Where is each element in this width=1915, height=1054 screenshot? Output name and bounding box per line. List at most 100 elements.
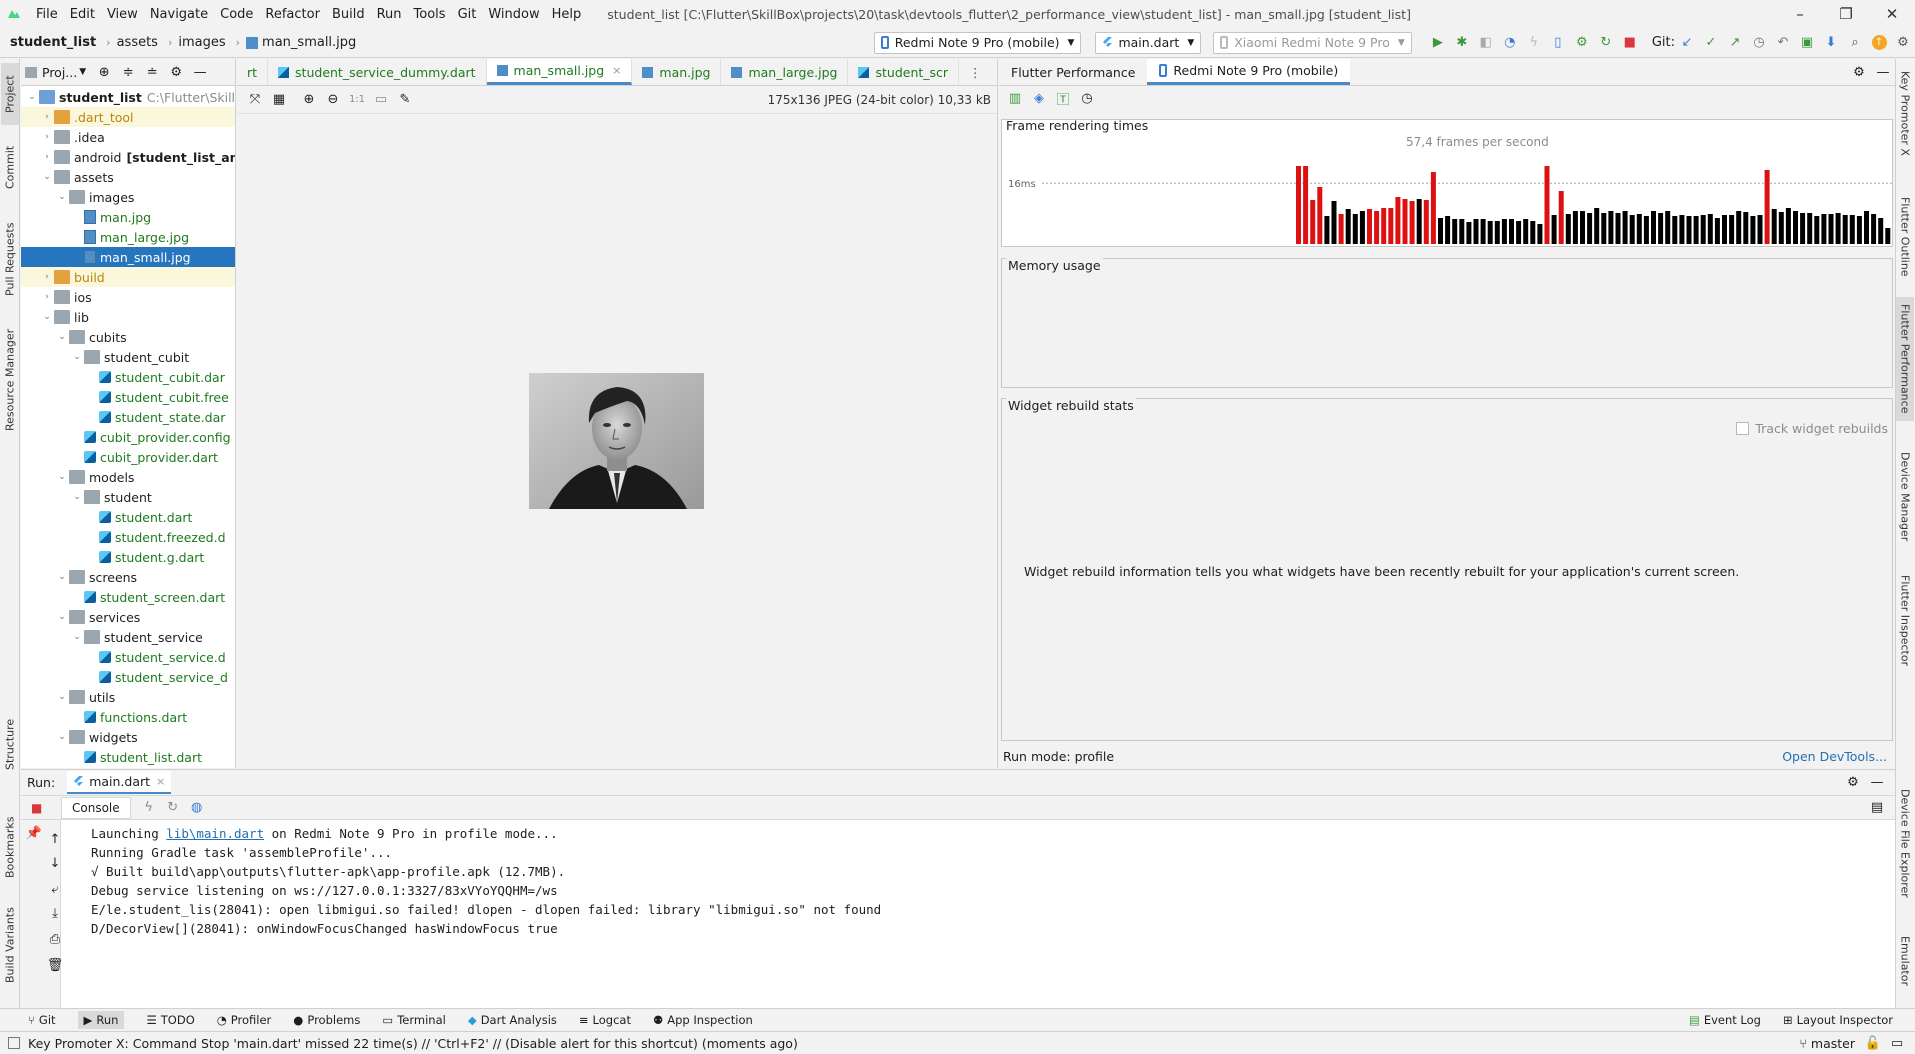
menu-refactor[interactable]: Refactor: [259, 7, 326, 22]
menu-run[interactable]: Run: [371, 7, 408, 22]
chevron-right-icon[interactable]: ›: [40, 132, 54, 142]
chevron-down-icon[interactable]: ⌄: [55, 612, 69, 622]
git-branch[interactable]: master: [1811, 1036, 1855, 1051]
tree-item[interactable]: ⌄ student_cubit: [21, 347, 235, 367]
settings-icon[interactable]: ⚙: [1891, 32, 1915, 54]
tree-item[interactable]: student.g.dart: [21, 547, 235, 567]
chevron-down-icon[interactable]: ⌄: [55, 732, 69, 742]
menu-file[interactable]: File: [30, 7, 64, 22]
tree-item[interactable]: ⌄ models: [21, 467, 235, 487]
toolwindow-key-promoter[interactable]: Key Promoter X: [1896, 63, 1914, 163]
restart-icon[interactable]: ↻: [1594, 32, 1618, 54]
project-view-selector[interactable]: Proj...: [42, 65, 77, 80]
open-devtools-link[interactable]: Open DevTools...: [1782, 749, 1887, 764]
device-selector[interactable]: Redmi Note 9 Pro (mobile) ▼: [873, 31, 1082, 54]
toolwindow-event-log[interactable]: ▤ Event Log: [1689, 1013, 1761, 1027]
tree-item[interactable]: functions.dart: [21, 707, 235, 727]
chevron-down-icon[interactable]: ⌄: [55, 192, 69, 202]
tree-item[interactable]: ⌄ widgets: [21, 727, 235, 747]
chevron-down-icon[interactable]: ⌄: [55, 572, 69, 582]
device-manager-icon[interactable]: ▣: [1795, 32, 1819, 54]
toolwindow-problems[interactable]: ● Problems: [293, 1013, 360, 1027]
editor-tab[interactable]: man_large.jpg: [721, 59, 849, 85]
chevron-right-icon[interactable]: ›: [40, 272, 54, 282]
tree-item[interactable]: student.freezed.d: [21, 527, 235, 547]
tree-item[interactable]: ⌄ student_listC:\Flutter\SkillBo: [21, 87, 235, 107]
chevron-down-icon[interactable]: ⌄: [55, 692, 69, 702]
scroll-to-end-icon[interactable]: ⤓: [43, 902, 67, 924]
tab-device[interactable]: Redmi Note 9 Pro (mobile): [1147, 59, 1351, 85]
chevron-down-icon[interactable]: ⌄: [55, 332, 69, 342]
tree-item[interactable]: student_state.dar: [21, 407, 235, 427]
grid-icon[interactable]: ▦: [267, 89, 291, 111]
zoom-in-icon[interactable]: ⊕: [297, 89, 321, 111]
toolwindow-commit[interactable]: Commit: [1, 137, 19, 197]
git-update-icon[interactable]: ↙: [1675, 32, 1699, 54]
chevron-down-icon[interactable]: ⌄: [70, 352, 84, 362]
coverage-icon[interactable]: ◧: [1474, 32, 1498, 54]
menu-build[interactable]: Build: [326, 7, 371, 22]
tree-item[interactable]: › .idea: [21, 127, 235, 147]
chevron-down-icon[interactable]: ⌄: [40, 312, 54, 322]
tree-item[interactable]: ⌄ cubits: [21, 327, 235, 347]
menu-window[interactable]: Window: [482, 7, 545, 22]
toolwindow-logcat[interactable]: ≡ Logcat: [579, 1013, 631, 1027]
toolwindow-build-variants[interactable]: Build Variants: [1, 899, 19, 991]
fit-zoom-icon[interactable]: ⤧: [243, 89, 267, 111]
toolwindow-resource-manager[interactable]: Resource Manager: [1, 321, 19, 439]
toolwindow-device-manager[interactable]: Device Manager: [1896, 445, 1914, 549]
toolwindow-run[interactable]: ▶ Run: [77, 1011, 125, 1029]
chevron-right-icon[interactable]: ›: [40, 152, 54, 162]
breadcrumb-file[interactable]: man_small.jpg: [262, 35, 356, 50]
toolwindow-project[interactable]: Project: [1, 63, 19, 125]
gear-icon[interactable]: ⚙: [1847, 61, 1871, 83]
repaint-rainbow-icon[interactable]: ◈: [1027, 87, 1051, 109]
clear-icon[interactable]: 🗑: [43, 954, 67, 976]
tree-item[interactable]: student_service.d: [21, 647, 235, 667]
close-icon[interactable]: ×: [156, 775, 165, 788]
toolwindow-bookmarks[interactable]: Bookmarks: [1, 811, 19, 883]
fit-window-icon[interactable]: ▭: [369, 89, 393, 111]
run-icon[interactable]: ▶: [1426, 32, 1450, 54]
chevron-right-icon[interactable]: ›: [40, 112, 54, 122]
tree-item[interactable]: › android[student_list_and: [21, 147, 235, 167]
hot-restart-icon[interactable]: ↻: [161, 797, 185, 819]
tree-item[interactable]: cubit_provider.dart: [21, 447, 235, 467]
console-tab[interactable]: Console: [61, 796, 131, 819]
toolwindow-terminal[interactable]: ▭ Terminal: [382, 1013, 445, 1027]
chevron-down-icon[interactable]: ⌄: [70, 492, 84, 502]
hide-icon[interactable]: —: [188, 61, 212, 83]
tree-item[interactable]: student.dart: [21, 507, 235, 527]
text-baseline-icon[interactable]: 🅃: [1051, 87, 1075, 109]
profile-icon[interactable]: ◔: [1498, 32, 1522, 54]
console-file-link[interactable]: lib\main.dart: [166, 826, 264, 841]
menu-code[interactable]: Code: [214, 7, 259, 22]
editor-tab[interactable]: student_scr: [848, 59, 960, 85]
zoom-out-icon[interactable]: ⊖: [321, 89, 345, 111]
build-icon[interactable]: ⚙: [1570, 32, 1594, 54]
tree-item[interactable]: man_large.jpg: [21, 227, 235, 247]
toolwindow-emulator[interactable]: Emulator: [1896, 925, 1914, 997]
hot-reload-icon[interactable]: ϟ: [1522, 32, 1546, 54]
menu-edit[interactable]: Edit: [64, 7, 101, 22]
hide-icon[interactable]: —: [1865, 772, 1889, 794]
chevron-down-icon[interactable]: ⌄: [70, 632, 84, 642]
soft-wrap-icon[interactable]: ⤶: [43, 878, 67, 900]
run-config-tab[interactable]: main.dart ×: [67, 771, 172, 794]
toolwindow-profiler[interactable]: ◔ Profiler: [217, 1013, 272, 1027]
git-push-icon[interactable]: ↗: [1723, 32, 1747, 54]
toolwindow-todo[interactable]: ☰ TODO: [146, 1013, 194, 1027]
stop-icon[interactable]: ■: [1618, 32, 1642, 54]
sdk-manager-icon[interactable]: ⬇: [1819, 32, 1843, 54]
breadcrumb-assets[interactable]: assets: [117, 35, 158, 50]
menu-navigate[interactable]: Navigate: [144, 7, 214, 22]
editor-tab[interactable]: man_small.jpg ×: [486, 59, 633, 85]
toolwindow-app-inspection[interactable]: ⚉ App Inspection: [653, 1013, 753, 1027]
toolwindow-flutter-performance[interactable]: Flutter Performance: [1896, 297, 1914, 421]
target-icon[interactable]: ⊕: [92, 61, 116, 83]
breadcrumb-project[interactable]: student_list: [10, 35, 96, 50]
close-icon[interactable]: ×: [612, 64, 621, 77]
debug-icon[interactable]: ✱: [1450, 32, 1474, 54]
toolwindow-layout-inspector[interactable]: ⊞ Layout Inspector: [1783, 1013, 1893, 1027]
editor-tab[interactable]: student_service_dummy.dart: [268, 59, 487, 85]
